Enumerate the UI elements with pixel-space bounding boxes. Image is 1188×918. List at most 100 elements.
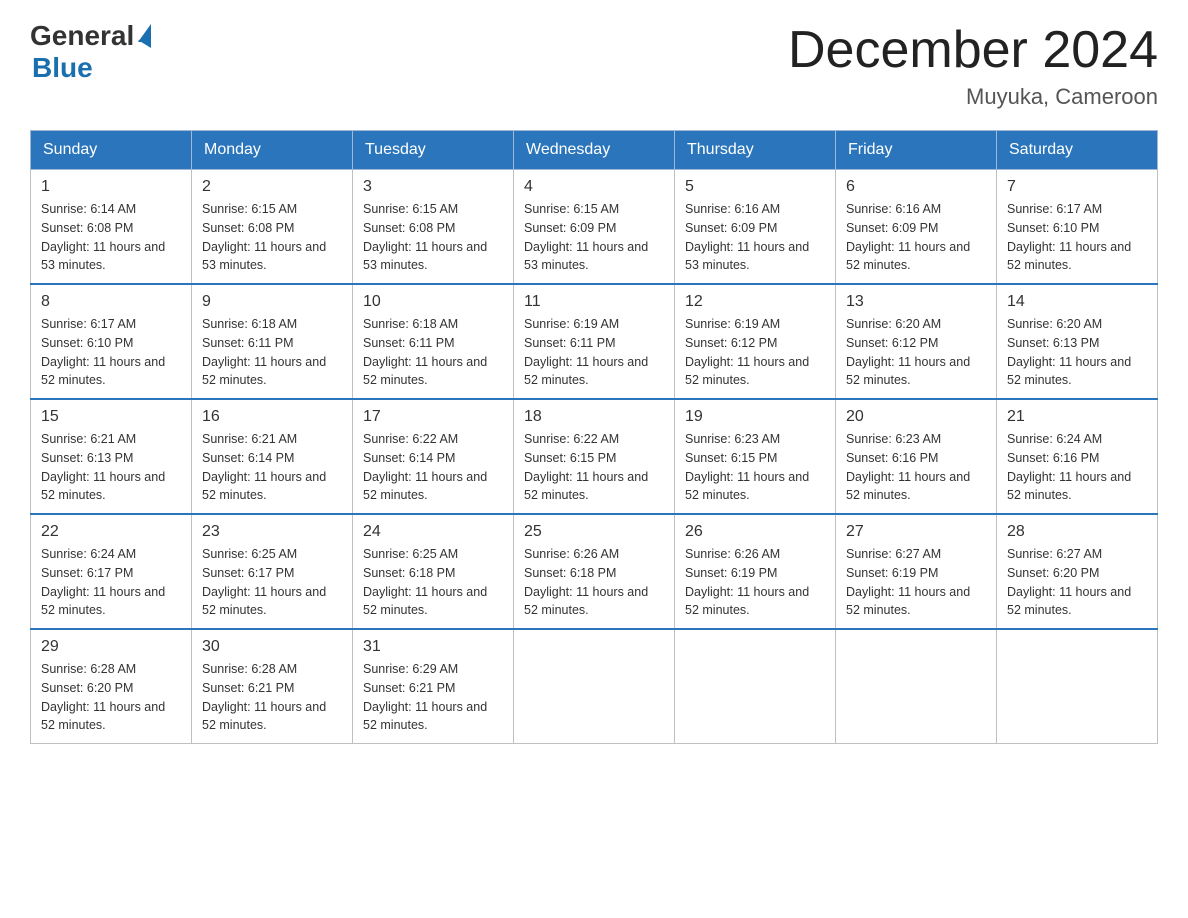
daylight-label: Daylight: 11 hours and 52 minutes. [846,470,970,503]
table-row: 29 Sunrise: 6:28 AM Sunset: 6:20 PM Dayl… [31,629,192,744]
daylight-label: Daylight: 11 hours and 52 minutes. [1007,470,1131,503]
day-info: Sunrise: 6:14 AM Sunset: 6:08 PM Dayligh… [41,200,181,275]
sunset-label: Sunset: 6:08 PM [41,221,133,235]
day-info: Sunrise: 6:25 AM Sunset: 6:18 PM Dayligh… [363,545,503,620]
col-wednesday: Wednesday [514,131,675,170]
sunrise-label: Sunrise: 6:15 AM [202,202,297,216]
sunrise-label: Sunrise: 6:22 AM [363,432,458,446]
sunset-label: Sunset: 6:10 PM [41,336,133,350]
sunset-label: Sunset: 6:19 PM [846,566,938,580]
day-number: 25 [524,523,664,541]
sunset-label: Sunset: 6:16 PM [846,451,938,465]
day-info: Sunrise: 6:28 AM Sunset: 6:20 PM Dayligh… [41,660,181,735]
calendar-week-row: 15 Sunrise: 6:21 AM Sunset: 6:13 PM Dayl… [31,399,1158,514]
daylight-label: Daylight: 11 hours and 52 minutes. [846,240,970,273]
sunrise-label: Sunrise: 6:21 AM [202,432,297,446]
table-row [997,629,1158,744]
table-row: 5 Sunrise: 6:16 AM Sunset: 6:09 PM Dayli… [675,170,836,285]
sunset-label: Sunset: 6:13 PM [41,451,133,465]
daylight-label: Daylight: 11 hours and 53 minutes. [202,240,326,273]
sunset-label: Sunset: 6:12 PM [685,336,777,350]
day-info: Sunrise: 6:20 AM Sunset: 6:12 PM Dayligh… [846,315,986,390]
sunset-label: Sunset: 6:21 PM [363,681,455,695]
sunset-label: Sunset: 6:15 PM [524,451,616,465]
day-number: 20 [846,408,986,426]
sunset-label: Sunset: 6:20 PM [1007,566,1099,580]
daylight-label: Daylight: 11 hours and 52 minutes. [202,700,326,733]
sunset-label: Sunset: 6:08 PM [363,221,455,235]
table-row: 14 Sunrise: 6:20 AM Sunset: 6:13 PM Dayl… [997,284,1158,399]
day-number: 11 [524,293,664,311]
day-info: Sunrise: 6:21 AM Sunset: 6:13 PM Dayligh… [41,430,181,505]
day-info: Sunrise: 6:25 AM Sunset: 6:17 PM Dayligh… [202,545,342,620]
sunrise-label: Sunrise: 6:19 AM [524,317,619,331]
col-tuesday: Tuesday [353,131,514,170]
day-number: 8 [41,293,181,311]
daylight-label: Daylight: 11 hours and 52 minutes. [1007,240,1131,273]
sunset-label: Sunset: 6:09 PM [685,221,777,235]
daylight-label: Daylight: 11 hours and 52 minutes. [41,470,165,503]
sunrise-label: Sunrise: 6:23 AM [685,432,780,446]
sunrise-label: Sunrise: 6:28 AM [202,662,297,676]
day-info: Sunrise: 6:16 AM Sunset: 6:09 PM Dayligh… [846,200,986,275]
table-row [675,629,836,744]
sunset-label: Sunset: 6:13 PM [1007,336,1099,350]
table-row: 15 Sunrise: 6:21 AM Sunset: 6:13 PM Dayl… [31,399,192,514]
day-number: 27 [846,523,986,541]
day-info: Sunrise: 6:15 AM Sunset: 6:09 PM Dayligh… [524,200,664,275]
daylight-label: Daylight: 11 hours and 53 minutes. [363,240,487,273]
daylight-label: Daylight: 11 hours and 52 minutes. [1007,355,1131,388]
day-number: 12 [685,293,825,311]
table-row: 18 Sunrise: 6:22 AM Sunset: 6:15 PM Dayl… [514,399,675,514]
day-info: Sunrise: 6:21 AM Sunset: 6:14 PM Dayligh… [202,430,342,505]
page-header: General Blue December 2024 Muyuka, Camer… [30,20,1158,110]
sunrise-label: Sunrise: 6:24 AM [41,547,136,561]
day-number: 17 [363,408,503,426]
sunrise-label: Sunrise: 6:29 AM [363,662,458,676]
day-info: Sunrise: 6:22 AM Sunset: 6:14 PM Dayligh… [363,430,503,505]
table-row: 7 Sunrise: 6:17 AM Sunset: 6:10 PM Dayli… [997,170,1158,285]
day-info: Sunrise: 6:27 AM Sunset: 6:20 PM Dayligh… [1007,545,1147,620]
table-row: 30 Sunrise: 6:28 AM Sunset: 6:21 PM Dayl… [192,629,353,744]
day-number: 26 [685,523,825,541]
table-row: 27 Sunrise: 6:27 AM Sunset: 6:19 PM Dayl… [836,514,997,629]
daylight-label: Daylight: 11 hours and 52 minutes. [363,355,487,388]
day-info: Sunrise: 6:20 AM Sunset: 6:13 PM Dayligh… [1007,315,1147,390]
day-info: Sunrise: 6:22 AM Sunset: 6:15 PM Dayligh… [524,430,664,505]
day-info: Sunrise: 6:24 AM Sunset: 6:17 PM Dayligh… [41,545,181,620]
day-number: 4 [524,178,664,196]
sunset-label: Sunset: 6:11 PM [363,336,455,350]
daylight-label: Daylight: 11 hours and 53 minutes. [524,240,648,273]
day-info: Sunrise: 6:18 AM Sunset: 6:11 PM Dayligh… [202,315,342,390]
table-row: 22 Sunrise: 6:24 AM Sunset: 6:17 PM Dayl… [31,514,192,629]
day-number: 6 [846,178,986,196]
day-number: 22 [41,523,181,541]
sunset-label: Sunset: 6:19 PM [685,566,777,580]
daylight-label: Daylight: 11 hours and 52 minutes. [685,470,809,503]
sunrise-label: Sunrise: 6:26 AM [685,547,780,561]
sunrise-label: Sunrise: 6:25 AM [202,547,297,561]
day-info: Sunrise: 6:15 AM Sunset: 6:08 PM Dayligh… [363,200,503,275]
day-number: 13 [846,293,986,311]
day-number: 18 [524,408,664,426]
day-info: Sunrise: 6:19 AM Sunset: 6:11 PM Dayligh… [524,315,664,390]
sunset-label: Sunset: 6:11 PM [524,336,616,350]
sunrise-label: Sunrise: 6:18 AM [363,317,458,331]
daylight-label: Daylight: 11 hours and 52 minutes. [202,355,326,388]
sunset-label: Sunset: 6:16 PM [1007,451,1099,465]
table-row: 26 Sunrise: 6:26 AM Sunset: 6:19 PM Dayl… [675,514,836,629]
day-number: 10 [363,293,503,311]
sunrise-label: Sunrise: 6:28 AM [41,662,136,676]
logo-blue-text: Blue [32,52,93,84]
table-row: 16 Sunrise: 6:21 AM Sunset: 6:14 PM Dayl… [192,399,353,514]
col-saturday: Saturday [997,131,1158,170]
day-number: 31 [363,638,503,656]
day-info: Sunrise: 6:28 AM Sunset: 6:21 PM Dayligh… [202,660,342,735]
col-thursday: Thursday [675,131,836,170]
day-number: 14 [1007,293,1147,311]
calendar-header-row: Sunday Monday Tuesday Wednesday Thursday… [31,131,1158,170]
sunrise-label: Sunrise: 6:25 AM [363,547,458,561]
sunrise-label: Sunrise: 6:21 AM [41,432,136,446]
table-row: 3 Sunrise: 6:15 AM Sunset: 6:08 PM Dayli… [353,170,514,285]
table-row: 31 Sunrise: 6:29 AM Sunset: 6:21 PM Dayl… [353,629,514,744]
